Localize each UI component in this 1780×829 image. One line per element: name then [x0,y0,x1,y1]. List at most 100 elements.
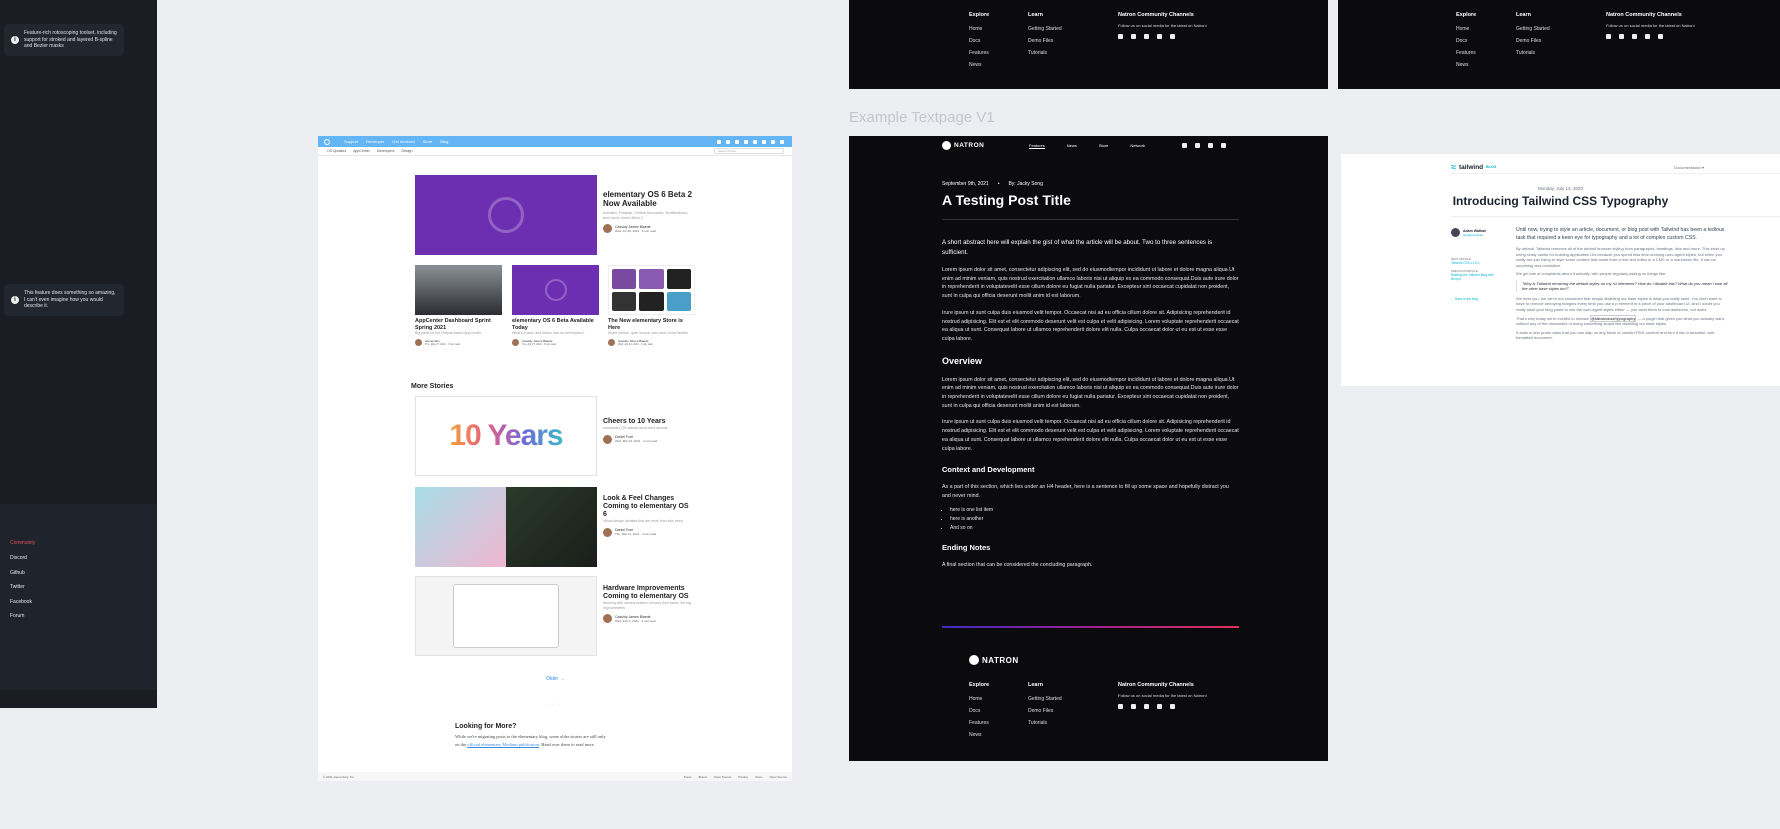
story-title[interactable]: Look & Feel Changes Coming to elementary… [603,495,693,519]
tw-text: That's why today we're excited to releas… [1516,315,1591,321]
youtube-icon[interactable] [726,139,730,144]
youtube-icon[interactable] [1658,34,1663,39]
subnav-design[interactable]: Design [402,149,413,153]
nav-get-involved[interactable]: Get Involved [392,139,414,144]
footer-link-home[interactable]: Home [1456,23,1476,35]
footer-link[interactable]: Open Source [769,775,787,779]
story-title[interactable]: Cheers to 10 Years [603,418,693,426]
card-beta[interactable]: elementary OS 6 Beta Available Today Wha… [512,265,599,346]
story-image-10-years[interactable]: 10 Years [415,396,597,476]
footer-link-features[interactable]: Features [1456,47,1476,59]
footer-natron-logo[interactable]: NATRON [969,655,1019,665]
github-icon[interactable] [1632,34,1637,39]
rss-icon[interactable] [780,139,784,144]
footer-link-getting-started[interactable]: Getting Started [1516,23,1550,35]
subnav-appcenter[interactable]: AppCenter [353,149,370,153]
info-icon: i [11,295,19,304]
footer-link[interactable]: Press [684,775,692,779]
hero-image[interactable] [415,175,597,255]
footer-link-demo-files[interactable]: Demo Files [1028,35,1062,47]
footer-link-news[interactable]: News [969,59,989,71]
footer-link-docs[interactable]: Docs [1456,35,1476,47]
footer-link-features[interactable]: Features [969,47,989,59]
prev-article-link[interactable]: Building the Tailwind Blog with Next.js [1451,273,1503,281]
footer-link-home[interactable]: Home [969,23,989,35]
footer-link-news[interactable]: News [969,729,989,741]
story-image-look-feel[interactable] [415,487,597,567]
feature-tip-text: Feature-rich rotoscoping toolset, includ… [24,30,117,49]
older-link[interactable]: Older → [546,676,565,682]
medium-link[interactable]: official elementary Medium publication [467,742,539,747]
mastodon-icon[interactable] [717,139,721,144]
github-icon[interactable] [1144,34,1149,39]
hero-title[interactable]: elementary OS 6 Beta 2 Now Available [603,190,693,208]
footer-link-features[interactable]: Features [969,717,989,729]
instagram-icon[interactable] [762,139,766,144]
community-link-forum[interactable]: Forum [10,613,24,619]
card-appcenter[interactable]: AppCenter Dashboard Sprint Spring 2021 B… [415,265,502,346]
footer-link-demo-files[interactable]: Demo Files [1516,35,1550,47]
back-to-blog-link[interactable]: ← Back to the blog [1451,297,1503,301]
nav-news[interactable]: News [1067,143,1077,149]
github-icon[interactable] [1182,143,1187,148]
nav-store[interactable]: Store [423,139,433,144]
twitter-icon[interactable] [1606,34,1611,39]
story-title[interactable]: Hardware Improvements Coming to elementa… [603,585,693,601]
nav-features[interactable]: Features [1029,143,1045,149]
youtube-icon[interactable] [1170,34,1175,39]
footer-link-getting-started[interactable]: Getting Started [1028,693,1062,705]
footer-link-docs[interactable]: Docs [969,705,989,717]
twitter-icon[interactable] [1118,34,1123,39]
facebook-icon[interactable] [1131,34,1136,39]
nav-store[interactable]: Store [1099,143,1109,149]
documentation-dropdown[interactable]: Documentation ▾ [1674,165,1704,170]
subnav-developers[interactable]: Developers [377,149,395,153]
footer-link-tutorials[interactable]: Tutorials [1516,47,1550,59]
community-link-facebook[interactable]: Facebook [10,599,32,605]
community-link-discord[interactable]: Discord [10,555,27,561]
nav-support[interactable]: Support [344,139,358,144]
discord-icon[interactable] [1195,143,1200,148]
github-icon[interactable] [753,139,757,144]
footer-link[interactable]: Brand [699,775,707,779]
community-link-github[interactable]: Github [10,570,25,576]
card-store[interactable]: The New elementary Store is Here Share s… [608,265,695,346]
nav-developer[interactable]: Developer [366,139,384,144]
facebook-icon[interactable] [1619,34,1624,39]
avatar [603,224,612,233]
discord-icon[interactable] [1157,34,1162,39]
facebook-icon[interactable] [1131,704,1136,709]
youtube-icon[interactable] [1170,704,1175,709]
twitter-icon[interactable] [1118,704,1123,709]
footer-link-docs[interactable]: Docs [969,35,989,47]
footer-link-home[interactable]: Home [969,693,989,705]
community-link-twitter[interactable]: Twitter [10,584,25,590]
footer-link-getting-started[interactable]: Getting Started [1028,23,1062,35]
reddit-icon[interactable] [744,139,748,144]
footer-link[interactable]: Open Source [714,775,732,779]
footer-link[interactable]: Store [755,775,762,779]
footer-link-news[interactable]: News [1456,59,1476,71]
next-article-link[interactable]: Tailwind CSS v1.5.0 [1451,261,1503,265]
youtube-icon[interactable] [1221,143,1226,148]
elementary-logo-icon[interactable] [324,138,330,145]
search-input[interactable]: Search Posts... [714,148,784,154]
tailwind-logo[interactable]: ≈ tailwind BLOG [1451,162,1496,172]
footer-link[interactable]: Privacy [738,775,748,779]
story-image-hardware[interactable] [415,576,597,656]
footer-link-tutorials[interactable]: Tutorials [1028,47,1062,59]
github-icon[interactable] [1144,704,1149,709]
twitter-icon[interactable] [771,139,775,144]
nav-network[interactable]: Network [1130,143,1145,149]
footer-link-tutorials[interactable]: Tutorials [1028,717,1062,729]
twitter-icon[interactable] [1208,143,1213,148]
author-handle[interactable]: @adamwathan [1463,233,1486,237]
story-meta: Daniel Foré Wed, Mar 31, 2021 · 4 min rea… [603,434,693,444]
subnav-os-updates[interactable]: OS Updates [327,149,346,153]
nav-blog[interactable]: Blog [440,139,448,144]
natron-logo[interactable]: NATRON [942,141,984,150]
footer-link-demo-files[interactable]: Demo Files [1028,705,1062,717]
discord-icon[interactable] [1157,704,1162,709]
facebook-icon[interactable] [735,139,739,144]
discord-icon[interactable] [1645,34,1650,39]
